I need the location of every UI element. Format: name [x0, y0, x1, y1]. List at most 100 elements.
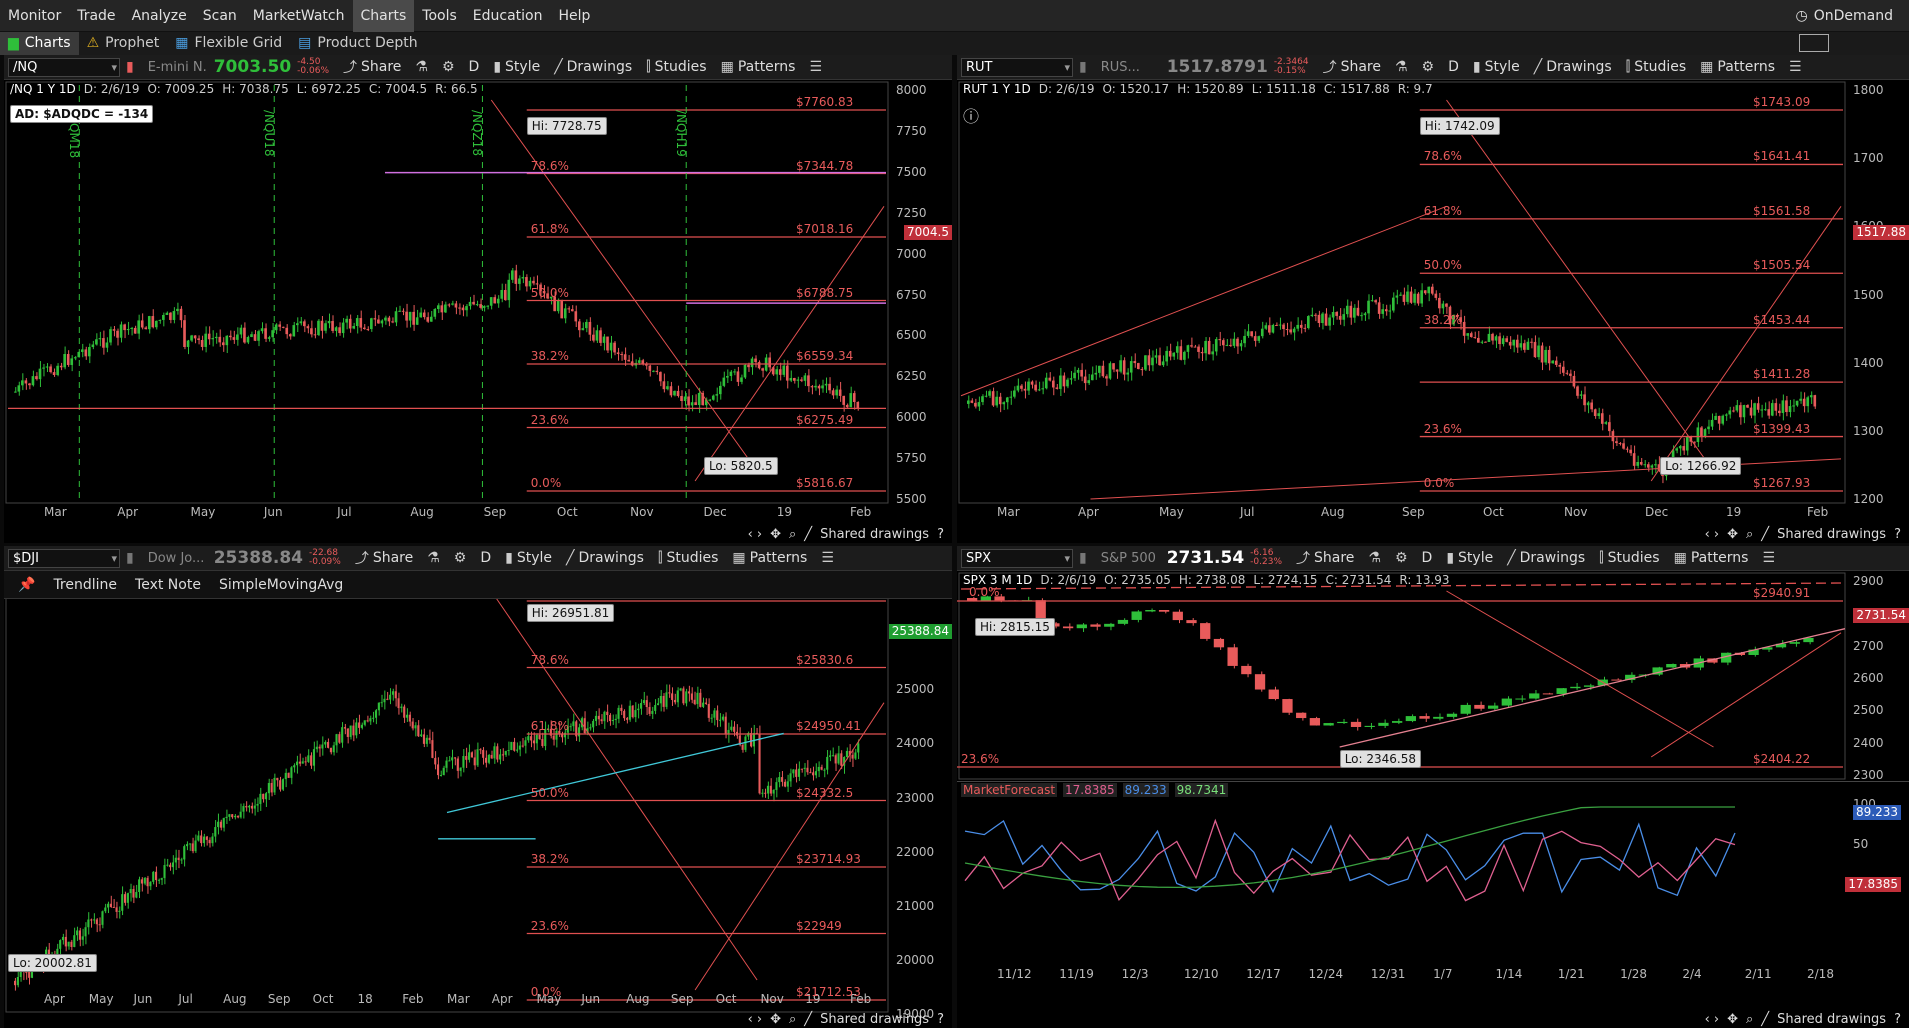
period-button[interactable]: D	[1422, 550, 1433, 566]
symbol-input[interactable]: /NQ	[8, 57, 120, 77]
share-button[interactable]: ⤴ Share	[343, 57, 401, 77]
alert-icon[interactable]: ⓘ	[963, 103, 979, 127]
tab-prophet[interactable]: ⚠ Prophet	[79, 32, 168, 55]
share-button[interactable]: ⤴ Share	[1296, 548, 1354, 568]
link-icon[interactable]: ▮	[126, 550, 134, 566]
zoom-icon[interactable]: ⌕	[1746, 1012, 1753, 1027]
price-chart[interactable]	[4, 571, 952, 1028]
candle-body	[149, 881, 152, 887]
pan-icon[interactable]: ✥	[770, 527, 781, 542]
menu-education[interactable]: Education	[465, 0, 551, 32]
pan-icon[interactable]: ✥	[1727, 1012, 1738, 1027]
shared-drawings-label[interactable]: Shared drawings	[820, 527, 929, 542]
studies-button[interactable]: ⫿ Studies	[1626, 59, 1686, 75]
price-chart[interactable]	[957, 571, 1909, 1028]
share-button[interactable]: ⤴ Share	[1323, 57, 1381, 77]
flask-button[interactable]: ⚗	[427, 550, 440, 566]
shared-drawings-label[interactable]: Shared drawings	[1777, 527, 1886, 542]
style-button[interactable]: ▮ Style	[493, 59, 540, 75]
settings-button[interactable]: ⚙	[454, 550, 467, 566]
symbol-input[interactable]: $DJI	[8, 548, 120, 568]
zoom-icon[interactable]: ⌕	[789, 527, 796, 542]
symbol-input[interactable]: RUT	[961, 57, 1073, 77]
candle-body	[391, 321, 394, 323]
candle-body	[1122, 360, 1126, 375]
help-icon[interactable]: ?	[1894, 1012, 1901, 1027]
market-forecast-chart[interactable]	[957, 803, 1847, 913]
flask-button[interactable]: ⚗	[1395, 59, 1408, 75]
help-icon[interactable]: ?	[937, 1012, 944, 1027]
patterns-button[interactable]: ▦ Patterns	[721, 59, 796, 75]
settings-button[interactable]: ⚙	[442, 59, 455, 75]
period-button[interactable]: D	[469, 59, 480, 75]
tab-charts[interactable]: ▆ Charts	[0, 32, 79, 55]
layout-grid-icon[interactable]	[1799, 34, 1829, 52]
tool-text-note[interactable]: Text Note	[135, 577, 201, 593]
drawing-tool-icon[interactable]: ╱	[804, 1012, 812, 1027]
patterns-button[interactable]: ▦ Patterns	[732, 550, 807, 566]
tab-flexible-grid[interactable]: ▦ Flexible Grid	[167, 32, 290, 55]
study-name[interactable]: MarketForecast	[961, 783, 1058, 797]
candle-body	[496, 298, 500, 304]
candle-body	[1321, 313, 1324, 324]
tab-product-depth[interactable]: ▤ Product Depth	[290, 32, 425, 55]
pin-icon[interactable]: 📌	[18, 577, 35, 593]
drawing-tool-icon[interactable]: ╱	[1761, 1012, 1769, 1027]
drawing-tool-icon[interactable]: ╱	[804, 527, 812, 542]
zoom-icon[interactable]: ⌕	[1746, 527, 1753, 542]
x-axis-tick: 19	[1726, 505, 1742, 519]
style-button[interactable]: ▮ Style	[1473, 59, 1520, 75]
drawings-button[interactable]: ╱ Drawings	[1534, 59, 1612, 75]
candle-body	[59, 365, 63, 368]
menu-marketwatch[interactable]: MarketWatch	[245, 0, 353, 32]
zoom-icon[interactable]: ⌕	[789, 1012, 796, 1027]
help-icon[interactable]: ?	[1894, 527, 1901, 542]
settings-button[interactable]: ⚙	[1422, 59, 1435, 75]
link-icon[interactable]: ▮	[1079, 550, 1087, 566]
pan-icon[interactable]: ✥	[770, 1012, 781, 1027]
menu-button[interactable]: ☰	[1762, 550, 1775, 566]
menu-button[interactable]: ☰	[821, 550, 834, 566]
period-button[interactable]: D	[480, 550, 491, 566]
shared-drawings-label[interactable]: Shared drawings	[820, 1012, 929, 1027]
candle-body	[541, 739, 544, 747]
style-button[interactable]: ▮ Style	[1446, 550, 1493, 566]
patterns-button[interactable]: ▦ Patterns	[1674, 550, 1749, 566]
menu-help[interactable]: Help	[550, 0, 598, 32]
menu-analyze[interactable]: Analyze	[124, 0, 195, 32]
drawings-button[interactable]: ╱ Drawings	[1507, 550, 1585, 566]
menu-tools[interactable]: Tools	[414, 0, 465, 32]
scroll-icon[interactable]: ‹ ›	[1705, 527, 1720, 542]
menu-monitor[interactable]: Monitor	[0, 0, 69, 32]
drawings-button[interactable]: ╱ Drawings	[554, 59, 632, 75]
menu-trade[interactable]: Trade	[69, 0, 123, 32]
drawings-button[interactable]: ╱ Drawings	[566, 550, 644, 566]
ondemand-button[interactable]: ◷ OnDemand	[1796, 0, 1893, 32]
symbol-input[interactable]: SPX	[961, 548, 1073, 568]
menu-scan[interactable]: Scan	[195, 0, 245, 32]
scroll-icon[interactable]: ‹ ›	[748, 527, 763, 542]
menu-button[interactable]: ☰	[1789, 59, 1802, 75]
studies-button[interactable]: ⫿ Studies	[1599, 550, 1659, 566]
scroll-icon[interactable]: ‹ ›	[748, 1012, 763, 1027]
link-icon[interactable]: ▮	[1079, 59, 1087, 75]
studies-button[interactable]: ⫿ Studies	[658, 550, 718, 566]
flask-button[interactable]: ⚗	[1368, 550, 1381, 566]
menu-charts[interactable]: Charts	[352, 0, 415, 32]
menu-button[interactable]: ☰	[809, 59, 822, 75]
help-icon[interactable]: ?	[937, 527, 944, 542]
shared-drawings-label[interactable]: Shared drawings	[1777, 1012, 1886, 1027]
tool-trendline[interactable]: Trendline	[53, 577, 117, 593]
settings-button[interactable]: ⚙	[1395, 550, 1408, 566]
pan-icon[interactable]: ✥	[1727, 527, 1738, 542]
flask-button[interactable]: ⚗	[415, 59, 428, 75]
studies-button[interactable]: ⫿ Studies	[646, 59, 706, 75]
share-button[interactable]: ⤴ Share	[355, 548, 413, 568]
style-button[interactable]: ▮ Style	[505, 550, 552, 566]
link-icon[interactable]: ▮	[126, 59, 134, 75]
patterns-button[interactable]: ▦ Patterns	[1700, 59, 1775, 75]
tool-sma[interactable]: SimpleMovingAvg	[219, 577, 343, 593]
period-button[interactable]: D	[1448, 59, 1459, 75]
drawing-tool-icon[interactable]: ╱	[1761, 527, 1769, 542]
scroll-icon[interactable]: ‹ ›	[1705, 1012, 1720, 1027]
